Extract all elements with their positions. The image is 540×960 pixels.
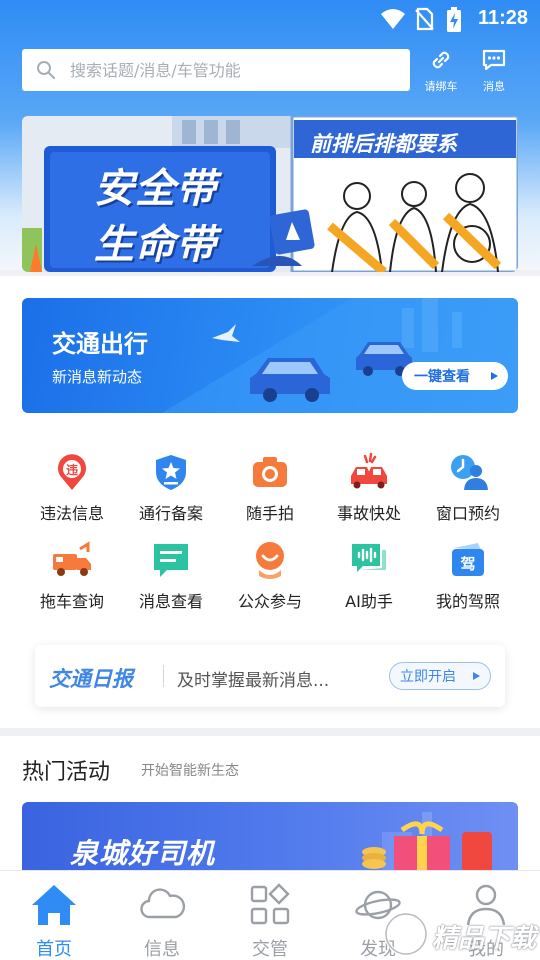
tab-label: 交管 bbox=[252, 939, 288, 960]
wifi-icon bbox=[381, 9, 405, 29]
service-row-1: 违 违法信息 通行备案 随手拍 事故快处 窗口预约 bbox=[22, 452, 518, 532]
tab-label: 信息 bbox=[144, 939, 180, 960]
enable-now-button[interactable]: 立即开启 bbox=[389, 662, 491, 690]
service-row-2: 拖车查询 消息查看 公众参与 AI助手 驾 我的驾照 bbox=[22, 540, 518, 620]
service-appointment[interactable]: 窗口预约 bbox=[418, 452, 518, 524]
banner-line1: 安全带 bbox=[94, 166, 217, 212]
watermark: 精品下载 bbox=[380, 908, 540, 960]
participate-icon bbox=[256, 542, 284, 579]
appointment-icon bbox=[451, 455, 488, 490]
battery-charging-icon bbox=[447, 7, 461, 32]
violation-icon: 违 bbox=[58, 454, 86, 490]
hot-activities-title: 热门活动 bbox=[22, 760, 111, 785]
traffic-travel-card[interactable]: 交通出行 新消息新动态 一键查看 bbox=[22, 298, 518, 413]
status-bar: 11:28 bbox=[0, 0, 540, 38]
svg-text:驾: 驾 bbox=[460, 555, 475, 573]
view-all-button[interactable]: 一键查看 bbox=[402, 362, 508, 390]
svg-text:违: 违 bbox=[66, 462, 78, 477]
bind-car-button[interactable]: 请绑车 bbox=[417, 46, 465, 94]
service-label: AI助手 bbox=[345, 592, 393, 611]
hot-activities-subtitle: 开始智能新生态 bbox=[141, 763, 239, 779]
service-ai-assistant[interactable]: AI助手 bbox=[319, 540, 419, 612]
service-messages[interactable]: 消息查看 bbox=[121, 540, 221, 612]
daily-report-text: 及时掌握最新消息... bbox=[177, 671, 330, 691]
good-driver-title: 泉城好司机 bbox=[70, 837, 216, 870]
tab-home[interactable]: 首页 bbox=[0, 881, 108, 960]
service-snapshot[interactable]: 随手拍 bbox=[220, 452, 320, 524]
enable-now-label: 立即开启 bbox=[400, 668, 456, 684]
traffic-card-title: 交通出行 bbox=[52, 330, 148, 358]
banner-line2: 生命带 bbox=[94, 222, 217, 268]
play-arrow-icon bbox=[491, 372, 498, 380]
banner-right-title: 前排后排都要系 bbox=[310, 132, 457, 156]
link-icon bbox=[432, 51, 450, 69]
seatbelt-banner[interactable]: 安全带 生命带 前排后排都要系 bbox=[22, 116, 518, 272]
service-label: 消息查看 bbox=[138, 592, 203, 611]
divider bbox=[163, 665, 164, 687]
home-icon bbox=[32, 885, 76, 925]
status-time: 11:28 bbox=[477, 7, 528, 29]
car-accident-icon bbox=[351, 452, 387, 489]
shield-star-icon bbox=[156, 455, 186, 490]
service-label: 公众参与 bbox=[237, 592, 302, 611]
search-input[interactable] bbox=[70, 49, 400, 91]
daily-report-card[interactable]: 交通日报 及时掌握最新消息... 立即开启 bbox=[35, 645, 505, 707]
service-violation[interactable]: 违 违法信息 bbox=[22, 452, 122, 524]
tab-label: 首页 bbox=[36, 939, 72, 960]
service-label: 窗口预约 bbox=[435, 504, 500, 523]
message-icon bbox=[482, 49, 506, 71]
tab-info[interactable]: 信息 bbox=[108, 881, 216, 960]
voice-assistant-icon bbox=[352, 544, 386, 572]
play-arrow-icon bbox=[473, 672, 480, 680]
tab-traffic[interactable]: 交管 bbox=[216, 881, 324, 960]
service-license[interactable]: 驾 我的驾照 bbox=[418, 540, 518, 612]
search-icon bbox=[37, 61, 56, 80]
service-label: 随手拍 bbox=[245, 504, 294, 523]
service-label: 通行备案 bbox=[138, 504, 203, 523]
messages-button[interactable]: 消息 bbox=[470, 46, 518, 94]
license-icon: 驾 bbox=[452, 543, 484, 576]
no-sim-icon bbox=[415, 7, 434, 31]
service-pass-record[interactable]: 通行备案 bbox=[121, 452, 221, 524]
service-participate[interactable]: 公众参与 bbox=[220, 540, 320, 612]
chat-icon bbox=[154, 544, 188, 577]
service-accident[interactable]: 事故快处 bbox=[319, 452, 419, 524]
tow-truck-icon bbox=[53, 541, 91, 576]
bind-car-label: 请绑车 bbox=[424, 80, 458, 93]
service-label: 我的驾照 bbox=[435, 592, 500, 611]
cloud-icon bbox=[140, 888, 186, 919]
daily-report-title: 交通日报 bbox=[49, 667, 133, 691]
traffic-card-subtitle: 新消息新动态 bbox=[52, 368, 143, 386]
watermark-text: 精品下载 bbox=[432, 924, 537, 954]
service-label: 拖车查询 bbox=[39, 592, 104, 611]
service-tow[interactable]: 拖车查询 bbox=[22, 540, 122, 612]
view-all-label: 一键查看 bbox=[414, 368, 470, 384]
service-label: 事故快处 bbox=[336, 504, 401, 523]
messages-label: 消息 bbox=[483, 80, 505, 93]
apps-icon bbox=[250, 883, 290, 925]
search-bar[interactable] bbox=[22, 49, 410, 91]
camera-icon bbox=[253, 457, 287, 487]
service-label: 违法信息 bbox=[39, 504, 104, 523]
